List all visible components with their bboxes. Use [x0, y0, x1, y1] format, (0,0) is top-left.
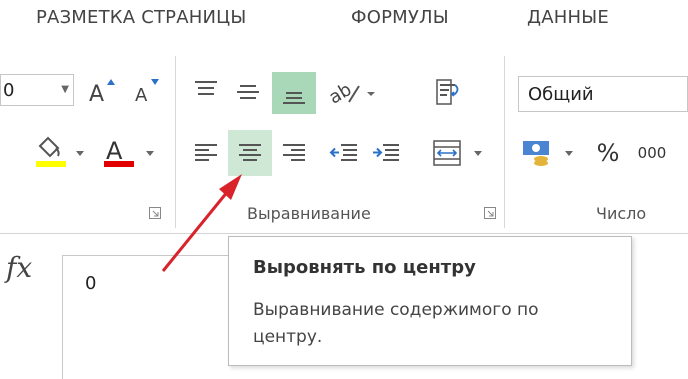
grow-font-glyph: A [89, 82, 104, 106]
merge-cells-icon [433, 140, 482, 166]
tab-formulas[interactable]: ФОРМУЛЫ [351, 7, 449, 28]
fx-icon: fx [6, 251, 33, 284]
increase-indent-button[interactable] [368, 132, 404, 174]
number-format-value: Общий [528, 84, 594, 105]
align-top-icon [195, 81, 217, 95]
alignment-dialog-launcher-icon[interactable] [484, 207, 496, 219]
align-top-button[interactable] [188, 72, 224, 112]
wrap-text-button[interactable] [428, 72, 468, 112]
thousands-separator-button[interactable]: 000 [632, 134, 672, 172]
alignment-group-label: Выравнивание [247, 204, 371, 223]
fill-color-bar [36, 161, 66, 167]
tooltip: Выровнять по центру Выравнивание содержи… [228, 236, 632, 366]
increase-indent-icon [373, 144, 399, 161]
ribbon-tabs: РАЗМЕТКА СТРАНИЦЫ ФОРМУЛЫ ДАННЫЕ [0, 0, 688, 44]
font-color-icon: A [104, 137, 154, 167]
accounting-format-button[interactable] [518, 132, 582, 174]
fill-color-button[interactable] [32, 134, 90, 170]
shrink-font-glyph: A [135, 85, 148, 106]
wrap-text-icon [436, 79, 459, 105]
group-separator [175, 56, 176, 228]
align-center-button[interactable] [228, 130, 272, 176]
font-color-bar [104, 161, 134, 167]
merge-center-button[interactable] [428, 132, 494, 174]
insert-function-button[interactable]: fx [0, 249, 40, 289]
tooltip-description: Выравнивание содержимого по центру. [253, 300, 539, 347]
align-bottom-button[interactable] [272, 72, 316, 114]
align-center-icon [239, 144, 261, 161]
shrink-font-button[interactable]: A [130, 76, 164, 106]
font-size-value: 0 [3, 80, 15, 101]
font-size-combo[interactable]: 0 ▼ [0, 74, 74, 106]
fill-bucket-icon [36, 136, 84, 167]
svg-text:ab: ab [327, 79, 355, 108]
formula-value: 0 [85, 273, 97, 294]
accounting-icon [523, 141, 573, 166]
text-orientation-icon: ab [327, 79, 375, 108]
tab-data[interactable]: ДАННЫЕ [527, 7, 609, 28]
number-group-label: Число [596, 204, 647, 223]
align-left-button[interactable] [188, 132, 224, 174]
grow-font-icon: A [89, 79, 115, 106]
font-color-glyph: A [106, 137, 123, 165]
decrease-indent-icon [329, 144, 357, 161]
shrink-font-icon: A [135, 79, 159, 106]
grow-font-button[interactable]: A [86, 76, 120, 106]
decrease-indent-button[interactable] [326, 132, 362, 174]
percent-button[interactable]: % [588, 134, 628, 172]
group-separator [504, 56, 505, 228]
number-format-combo[interactable]: Общий [518, 76, 688, 112]
align-right-icon [283, 144, 305, 161]
font-color-button[interactable]: A [100, 134, 162, 170]
align-bottom-icon [283, 92, 305, 104]
chevron-down-icon: ▼ [61, 84, 69, 95]
align-left-icon [195, 144, 217, 161]
font-dialog-launcher-icon[interactable] [149, 207, 161, 219]
tab-page-layout[interactable]: РАЗМЕТКА СТРАНИЦЫ [36, 7, 246, 28]
align-right-button[interactable] [276, 132, 312, 174]
tooltip-title: Выровнять по центру [253, 257, 476, 278]
align-middle-button[interactable] [230, 72, 266, 112]
orientation-button[interactable]: ab [326, 72, 378, 112]
align-middle-icon [237, 85, 259, 99]
